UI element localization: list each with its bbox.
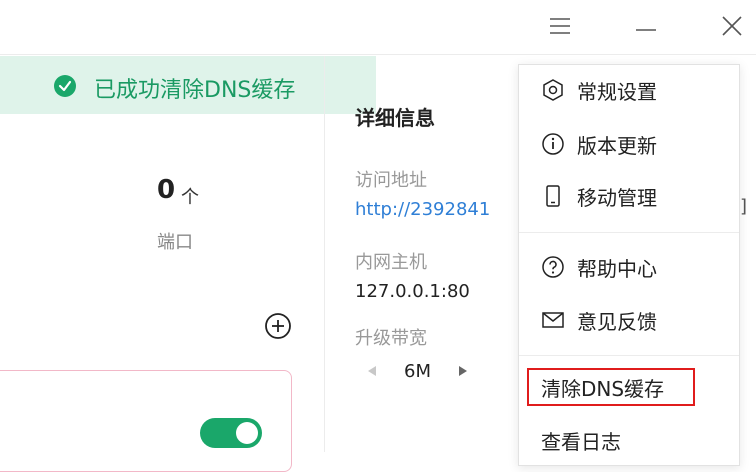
menu-separator (519, 232, 739, 233)
menu-item-label: 帮助中心 (577, 256, 657, 281)
bandwidth-value: 6M (404, 360, 431, 382)
host-value: 127.0.0.1:80 (355, 281, 470, 302)
mail-icon (541, 308, 565, 332)
menu-item-label: 移动管理 (577, 185, 657, 210)
triangle-left-icon (368, 366, 376, 376)
minimize-button[interactable] (626, 10, 666, 42)
minimize-icon (636, 29, 656, 31)
title-bar (0, 0, 756, 54)
menu-item-label: 版本更新 (577, 133, 657, 158)
close-button[interactable] (712, 10, 752, 42)
menu-item-update[interactable]: 版本更新 (519, 119, 739, 169)
toast-message: 已成功清除DNS缓存 (94, 78, 296, 103)
info-icon (541, 132, 565, 156)
detail-title: 详细信息 (355, 106, 435, 130)
menu-item-mobile[interactable]: 移动管理 (519, 171, 739, 221)
add-button[interactable] (263, 311, 293, 341)
menu-item-feedback[interactable]: 意见反馈 (519, 295, 739, 345)
menu-separator (519, 355, 739, 356)
close-icon (722, 16, 742, 36)
plus-circle-icon (265, 313, 291, 339)
help-icon (541, 255, 565, 279)
partial-glyph: ] (740, 196, 748, 217)
bandwidth-increase-button[interactable] (453, 361, 473, 381)
host-label: 内网主机 (355, 252, 427, 273)
port-unit: 个 (181, 187, 199, 208)
menu-item-label: 意见反馈 (577, 309, 657, 334)
menu-item-help[interactable]: 帮助中心 (519, 242, 739, 292)
highlight-box (527, 368, 695, 406)
bandwidth-decrease-button[interactable] (362, 361, 382, 381)
enable-toggle[interactable] (200, 418, 262, 448)
menu-item-label: 查看日志 (541, 429, 621, 454)
mobile-icon (541, 184, 565, 208)
menu-item-logs[interactable]: 查看日志 (519, 415, 739, 465)
triangle-right-icon (458, 366, 467, 376)
bandwidth-stepper: 6M (362, 356, 473, 386)
menu-button[interactable] (540, 10, 580, 42)
toggle-knob (236, 422, 258, 444)
bandwidth-label: 升级带宽 (355, 328, 427, 349)
title-divider (0, 54, 756, 55)
access-label: 访问地址 (355, 170, 427, 191)
panel-divider (324, 56, 325, 452)
hamburger-icon (550, 18, 570, 34)
port-label: 端口 (157, 232, 193, 253)
menu-item-settings[interactable]: 常规设置 (519, 65, 739, 115)
dropdown-menu: 常规设置 版本更新 移动管理 帮助中心 意见反馈 清除DNS缓存 查看日志 (518, 64, 740, 466)
port-count: 0 (157, 175, 176, 205)
access-link[interactable]: http://2392841 (355, 199, 490, 220)
check-circle-icon (54, 75, 76, 97)
settings-icon (541, 78, 565, 102)
success-toast: 已成功清除DNS缓存 (0, 56, 376, 114)
menu-item-label: 常规设置 (577, 79, 657, 104)
